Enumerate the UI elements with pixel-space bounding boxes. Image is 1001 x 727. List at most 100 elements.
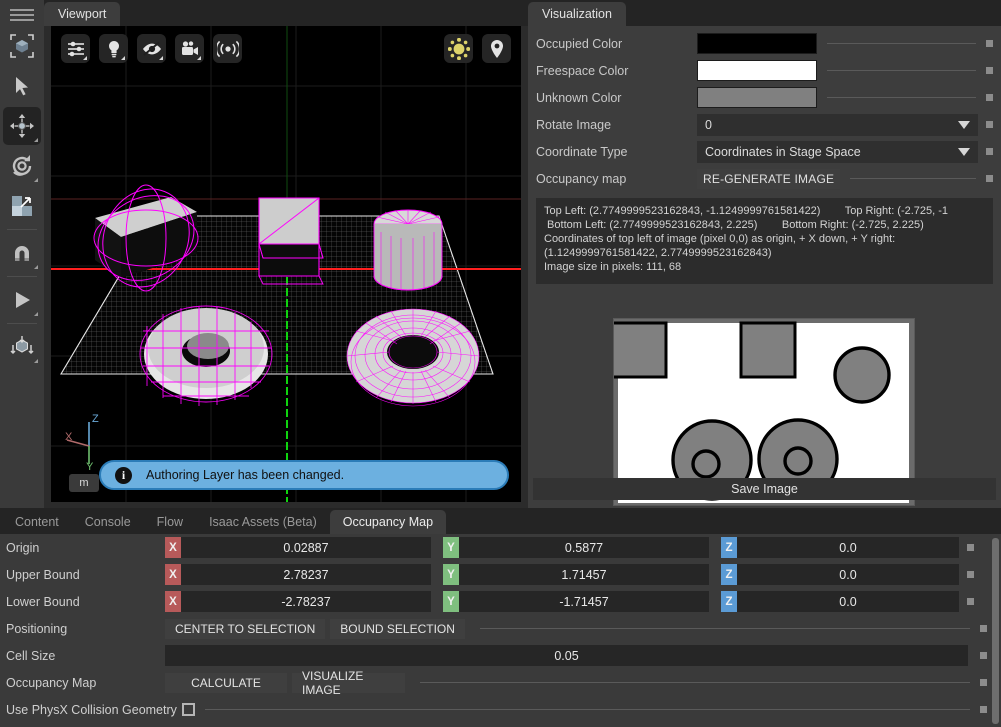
lower-bound-x-input[interactable]: -2.78237 <box>181 591 431 612</box>
unknown-color-swatch[interactable] <box>697 87 817 108</box>
lighting-icon[interactable] <box>99 34 128 63</box>
bottom-panel: Content Console Flow Isaac Assets (Beta)… <box>0 508 1001 727</box>
rotate-tool[interactable] <box>3 147 41 185</box>
chevron-down-icon <box>958 120 970 129</box>
coordinate-type-select[interactable]: Coordinates in Stage Space <box>697 140 978 163</box>
notification-toast[interactable]: i Authoring Layer has been changed. <box>99 460 509 490</box>
freespace-color-swatch[interactable] <box>697 60 817 81</box>
origin-y-input[interactable]: 0.5877 <box>459 537 709 558</box>
tab-content[interactable]: Content <box>2 510 72 534</box>
visualization-body: Occupied Color Freespace Color Unknown C… <box>528 26 1001 508</box>
select-bound-tool[interactable] <box>3 27 41 65</box>
svg-text:Z: Z <box>92 413 99 425</box>
upper-bound-options-button[interactable] <box>967 571 974 578</box>
svg-text:X: X <box>65 431 73 443</box>
scale-tool[interactable] <box>3 187 41 225</box>
lower-bound-x-axis-badge: X <box>165 591 181 612</box>
row-rule <box>827 97 976 98</box>
physics-drop-tool[interactable] <box>3 328 41 366</box>
upper-bound-y-input[interactable]: 1.71457 <box>459 564 709 585</box>
physx-rule <box>205 709 970 710</box>
row-origin: Origin X 0.02887 Y 0.5877 Z 0.0 <box>0 534 1001 561</box>
visualize-image-button[interactable]: VISUALIZE IMAGE <box>292 669 405 697</box>
row-coordinate-type: Coordinate Type Coordinates in Stage Spa… <box>528 138 1001 165</box>
row-options-button[interactable] <box>986 67 993 74</box>
row-unknown-color: Unknown Color <box>528 84 1001 111</box>
snap-magnet-tool[interactable] <box>3 234 41 272</box>
viewport-toolbar-right <box>444 34 511 63</box>
cursor-select-tool[interactable] <box>3 67 41 105</box>
rail-divider-2 <box>7 276 37 277</box>
calculate-button[interactable]: CALCULATE <box>165 672 287 693</box>
menu-icon[interactable] <box>0 4 44 26</box>
cell-size-label: Cell Size <box>6 648 56 663</box>
unit-badge[interactable]: m <box>69 474 99 492</box>
row-occupied-color: Occupied Color <box>528 30 1001 57</box>
play-tool[interactable] <box>3 281 41 319</box>
sun-gizmo-icon[interactable] <box>444 34 473 63</box>
tab-isaac-assets[interactable]: Isaac Assets (Beta) <box>196 510 330 534</box>
lower-bound-options-button[interactable] <box>967 598 974 605</box>
origin-z-input[interactable]: 0.0 <box>737 537 959 558</box>
origin-x-axis-badge: X <box>165 537 181 558</box>
row-lower-bound: Lower Bound X -2.78237 Y -1.71457 Z 0.0 <box>0 588 1001 615</box>
lower-bound-y-input[interactable]: -1.71457 <box>459 591 709 612</box>
physx-options-button[interactable] <box>980 706 987 713</box>
lower-bound-z-axis-badge: Z <box>721 591 737 612</box>
physx-checkbox[interactable] <box>182 703 195 716</box>
coordinates-info-text: Top Left: (2.7749999523162843, -1.124999… <box>536 198 993 284</box>
origin-options-button[interactable] <box>967 544 974 551</box>
viewport-toolbar <box>61 34 242 63</box>
row-options-button[interactable] <box>986 94 993 101</box>
origin-x-input[interactable]: 0.02887 <box>181 537 431 558</box>
save-image-button[interactable]: Save Image <box>533 478 996 500</box>
map-pin-icon[interactable] <box>482 34 511 63</box>
bound-selection-button[interactable]: BOUND SELECTION <box>330 618 465 639</box>
visibility-eye-icon[interactable] <box>137 34 166 63</box>
camera-icon[interactable] <box>175 34 204 63</box>
occupied-color-swatch[interactable] <box>697 33 817 54</box>
tool-rail <box>0 0 44 508</box>
row-upper-bound: Upper Bound X 2.78237 Y 1.71457 Z 0.0 <box>0 561 1001 588</box>
row-options-button[interactable] <box>986 40 993 47</box>
freespace-color-label: Freespace Color <box>536 63 629 78</box>
positioning-options-button[interactable] <box>980 625 987 632</box>
row-options-button[interactable] <box>986 121 993 128</box>
occupied-color-label: Occupied Color <box>536 36 623 51</box>
cell-size-options-button[interactable] <box>980 652 987 659</box>
tab-flow[interactable]: Flow <box>144 510 196 534</box>
chevron-down-icon <box>958 147 970 156</box>
row-physx-collision: Use PhysX Collision Geometry <box>0 696 1001 723</box>
upper-bound-z-input[interactable]: 0.0 <box>737 564 959 585</box>
torus-right <box>346 308 480 407</box>
lower-bound-z-input[interactable]: 0.0 <box>737 591 959 612</box>
viewport-canvas[interactable]: Z X Y m i Authoring Layer has been chang… <box>51 26 521 502</box>
info-icon: i <box>115 466 132 484</box>
center-to-selection-button[interactable]: CENTER TO SELECTION <box>165 618 326 639</box>
notification-text: Authoring Layer has been changed. <box>146 468 345 482</box>
origin-z-axis-badge: Z <box>721 537 737 558</box>
tab-occupancy-map[interactable]: Occupancy Map <box>329 510 447 534</box>
viewport-settings-icon[interactable] <box>61 34 90 63</box>
sensor-icon[interactable] <box>213 34 242 63</box>
row-options-button[interactable] <box>986 148 993 155</box>
upper-bound-z-axis-badge: Z <box>721 564 737 585</box>
cell-size-input[interactable]: 0.05 <box>165 645 968 666</box>
cube-middle <box>258 197 324 285</box>
upper-bound-x-input[interactable]: 2.78237 <box>181 564 431 585</box>
bottom-panel-scrollbar[interactable] <box>992 538 999 724</box>
physx-label: Use PhysX Collision Geometry <box>6 702 177 717</box>
tab-visualization[interactable]: Visualization <box>528 2 626 26</box>
row-rotate-image: Rotate Image 0 <box>528 111 1001 138</box>
visualization-panel: Visualization Occupied Color Freespace C… <box>528 0 1001 508</box>
tab-viewport[interactable]: Viewport <box>44 2 121 26</box>
lower-bound-y-axis-badge: Y <box>443 591 459 612</box>
positioning-label: Positioning <box>6 621 68 636</box>
rotate-image-label: Rotate Image <box>536 117 612 132</box>
rotate-image-select[interactable]: 0 <box>697 113 978 136</box>
move-tool[interactable] <box>3 107 41 145</box>
row-options-button[interactable] <box>986 175 993 182</box>
regenerate-image-button[interactable]: RE-GENERATE IMAGE <box>697 168 841 189</box>
occupancy-actions-options-button[interactable] <box>980 679 987 686</box>
tab-console[interactable]: Console <box>72 510 144 534</box>
